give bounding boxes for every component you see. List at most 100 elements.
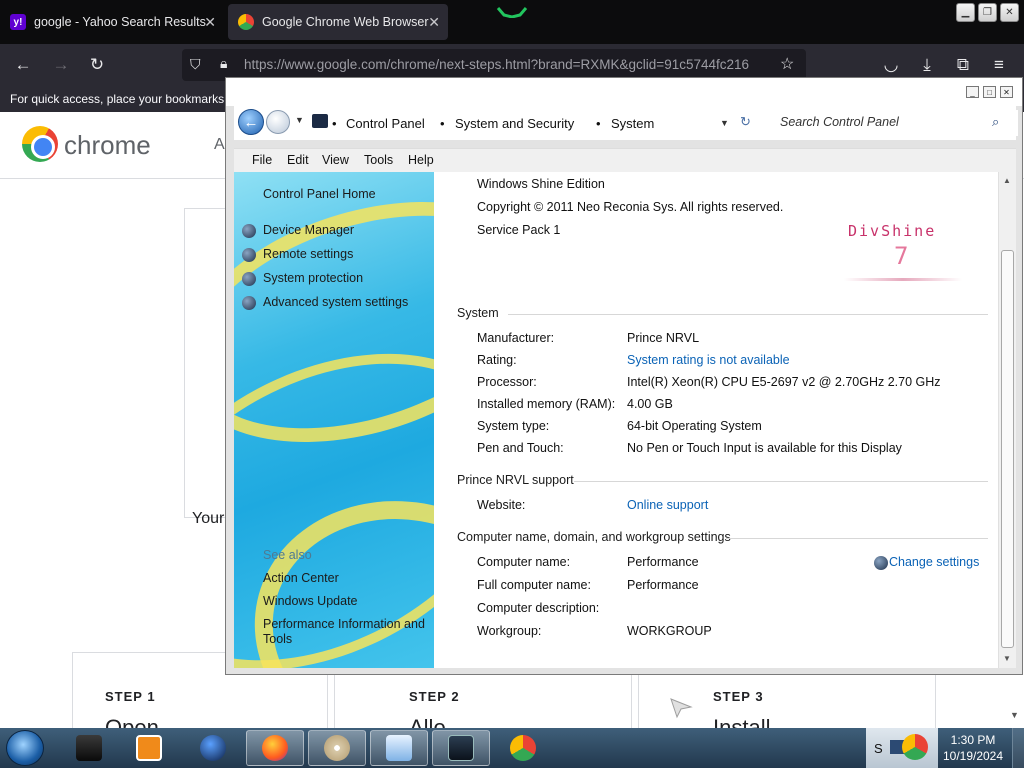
search-input[interactable]: Search Control Panel ⌕ bbox=[774, 110, 1018, 136]
nav-fragment[interactable]: A bbox=[214, 136, 225, 154]
browser-tab-yahoo[interactable]: y! google - Yahoo Search Results ✕ bbox=[0, 4, 224, 40]
windows-update-link[interactable]: Windows Update bbox=[263, 594, 358, 608]
shield-icon[interactable]: ⛉ bbox=[190, 56, 201, 73]
taskbar-display[interactable] bbox=[432, 730, 490, 766]
shield-bullet-icon bbox=[242, 272, 256, 286]
task-pane: Control Panel Home Device Manager Remote… bbox=[234, 172, 434, 668]
download-icon[interactable]: ⤓ bbox=[916, 54, 938, 76]
history-dropdown-icon[interactable]: ▼ bbox=[295, 115, 304, 125]
taskbar-clock[interactable]: 1:30 PM 10/19/2024 bbox=[938, 732, 1008, 764]
address-dropdown-icon[interactable]: ▼ bbox=[720, 118, 729, 128]
lock-icon[interactable]: 🔒︎ bbox=[220, 55, 227, 72]
row-label: Computer description: bbox=[477, 601, 600, 615]
action-center-link[interactable]: Action Center bbox=[263, 571, 339, 585]
scroll-up-icon[interactable]: ▲ bbox=[1003, 176, 1011, 185]
firefox-icon bbox=[262, 735, 288, 761]
menu-edit[interactable]: Edit bbox=[287, 153, 309, 167]
menu-icon[interactable]: ≡ bbox=[988, 54, 1010, 76]
remote-settings-link[interactable]: Remote settings bbox=[263, 247, 353, 261]
close-icon[interactable]: ✕ bbox=[1000, 3, 1019, 22]
taskbar-terminal[interactable] bbox=[60, 730, 118, 766]
scrollbar-thumb[interactable] bbox=[1001, 250, 1014, 648]
maximize-icon[interactable]: □ bbox=[983, 86, 996, 98]
taskbar-cd[interactable] bbox=[308, 730, 366, 766]
forward-arrow-icon[interactable]: → bbox=[50, 54, 72, 76]
performance-info-link[interactable]: Performance Information and bbox=[263, 617, 425, 631]
os-logo-word: DivShine bbox=[848, 222, 937, 240]
back-arrow-icon[interactable]: ← bbox=[12, 54, 34, 76]
change-settings-link[interactable]: Change settings bbox=[889, 555, 979, 569]
forward-arrow-icon[interactable] bbox=[266, 110, 290, 134]
system-protection-link[interactable]: System protection bbox=[263, 271, 363, 285]
window-title-bar[interactable]: _ □ ✕ bbox=[226, 78, 1022, 106]
control-panel-home-link[interactable]: Control Panel Home bbox=[263, 187, 376, 201]
refresh-icon[interactable]: ↻ bbox=[740, 114, 751, 130]
shield-bullet-icon bbox=[242, 224, 256, 238]
menu-help[interactable]: Help bbox=[408, 153, 434, 167]
system-info-pane: Windows Shine Edition Copyright © 2011 N… bbox=[434, 172, 998, 668]
system-type-value: 64-bit Operating System bbox=[627, 419, 762, 433]
extensions-icon[interactable]: ⧉ bbox=[952, 54, 974, 76]
online-support-link[interactable]: Online support bbox=[627, 498, 708, 512]
address-bar[interactable]: • Control Panel • System and Security • … bbox=[312, 110, 762, 136]
taskbar-chrome[interactable] bbox=[494, 730, 552, 766]
close-tab-icon[interactable]: ✕ bbox=[428, 14, 440, 31]
chrome-logo-icon[interactable] bbox=[22, 126, 58, 162]
address-row: ← ▼ • Control Panel • System and Securit… bbox=[234, 106, 1018, 140]
terminal-icon bbox=[76, 735, 102, 761]
reload-icon[interactable]: ↻ bbox=[86, 54, 108, 76]
back-arrow-icon[interactable]: ← bbox=[238, 109, 264, 135]
search-placeholder[interactable]: Search Control Panel bbox=[780, 115, 899, 129]
advanced-system-settings-link[interactable]: Advanced system settings bbox=[263, 295, 408, 309]
row-label: Computer name: bbox=[477, 555, 571, 569]
pocket-icon[interactable]: ◡ bbox=[880, 54, 902, 76]
breadcrumb-control-panel[interactable]: Control Panel bbox=[346, 116, 425, 131]
menu-view[interactable]: View bbox=[322, 153, 349, 167]
close-icon[interactable]: ✕ bbox=[1000, 86, 1013, 98]
workgroup-value: WORKGROUP bbox=[627, 624, 712, 638]
breadcrumb-system-security[interactable]: System and Security bbox=[455, 116, 574, 131]
shield-icon[interactable] bbox=[874, 556, 888, 570]
edition-name: Windows Shine Edition bbox=[477, 177, 605, 191]
taskbar-control-panel[interactable] bbox=[370, 730, 428, 766]
control-panel-icon bbox=[312, 114, 328, 128]
row-label: System type: bbox=[477, 419, 550, 433]
shield-bullet-icon bbox=[242, 296, 256, 310]
taskbar-media-player[interactable] bbox=[120, 730, 178, 766]
url-text[interactable]: https://www.google.com/chrome/next-steps… bbox=[244, 57, 784, 72]
taskbar: S 1:30 PM 10/19/2024 bbox=[0, 728, 1024, 768]
device-manager-link[interactable]: Device Manager bbox=[263, 223, 354, 237]
star-icon[interactable]: ☆ bbox=[780, 54, 794, 74]
scroll-down-icon[interactable]: ▼ bbox=[1010, 710, 1019, 720]
yahoo-icon: y! bbox=[10, 14, 26, 30]
taskbar-globe[interactable] bbox=[184, 730, 242, 766]
performance-info-link-line2[interactable]: Tools bbox=[263, 632, 292, 646]
menu-bar: File Edit View Tools Help bbox=[234, 148, 1016, 172]
row-label: Installed memory (RAM): bbox=[477, 397, 616, 411]
search-icon[interactable]: ⌕ bbox=[992, 114, 999, 130]
browser-tab-bar: y! google - Yahoo Search Results ✕ Googl… bbox=[0, 0, 1024, 44]
minimize-icon[interactable]: ▁ bbox=[956, 3, 975, 22]
scroll-down-icon[interactable]: ▼ bbox=[1003, 654, 1011, 663]
menu-file[interactable]: File bbox=[252, 153, 272, 167]
menu-tools[interactable]: Tools bbox=[364, 153, 393, 167]
show-desktop-button[interactable] bbox=[1012, 728, 1024, 768]
card-fragment: Your bbox=[192, 510, 225, 527]
browser-tab-chrome[interactable]: Google Chrome Web Browser ✕ bbox=[228, 4, 448, 40]
vertical-scrollbar[interactable]: ▲ ▼ bbox=[998, 172, 1016, 668]
chrome-tray-icon[interactable] bbox=[902, 734, 928, 760]
system-tray: S bbox=[866, 728, 938, 768]
step-label: STEP 2 bbox=[409, 689, 460, 704]
chrome-logo-text[interactable]: chrome bbox=[64, 130, 151, 161]
close-tab-icon[interactable]: ✕ bbox=[204, 14, 216, 31]
tray-letter[interactable]: S bbox=[874, 741, 883, 756]
content-card bbox=[184, 208, 226, 518]
minimize-icon[interactable]: _ bbox=[966, 86, 979, 98]
rating-link[interactable]: System rating is not available bbox=[627, 353, 790, 367]
restore-icon[interactable]: ❐ bbox=[978, 3, 997, 22]
breadcrumb-system[interactable]: System bbox=[611, 116, 654, 131]
start-button-icon[interactable] bbox=[6, 730, 44, 766]
control-panel-icon bbox=[386, 735, 412, 761]
taskbar-firefox[interactable] bbox=[246, 730, 304, 766]
memory-value: 4.00 GB bbox=[627, 397, 673, 411]
